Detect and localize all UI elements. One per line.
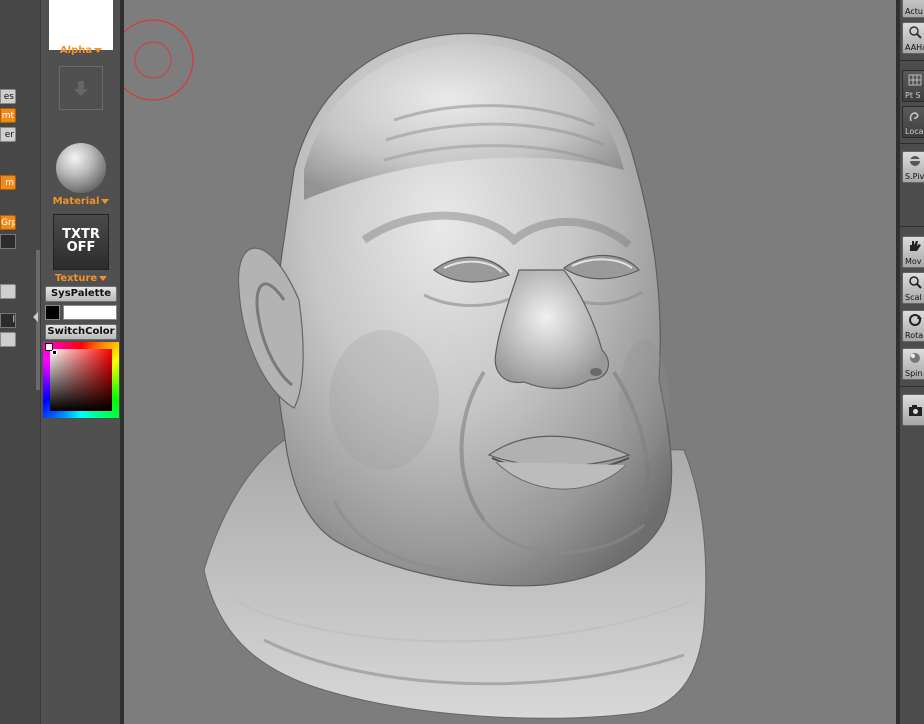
spin-label: Spin bbox=[905, 369, 923, 378]
document-canvas[interactable] bbox=[124, 0, 896, 724]
shelf-separator bbox=[900, 143, 924, 144]
rotate-icon bbox=[909, 314, 922, 326]
actual-label: Actu bbox=[905, 7, 923, 16]
spivot-label: S.Piv bbox=[905, 172, 924, 181]
shelf-separator bbox=[900, 386, 924, 387]
color-saturation-square[interactable] bbox=[50, 349, 112, 411]
left-field-2[interactable]: l bbox=[0, 313, 16, 328]
magnifier-icon bbox=[909, 276, 922, 289]
scale-label: Scal bbox=[905, 293, 922, 302]
local-button[interactable]: Loca bbox=[902, 106, 924, 138]
polyframe-label: Pt S bbox=[905, 91, 921, 100]
left-tab-1[interactable]: es bbox=[0, 89, 16, 104]
shelf-separator bbox=[900, 226, 924, 227]
left-tab-2[interactable]: mt bbox=[0, 108, 16, 123]
aahalf-label: AAHa bbox=[905, 43, 924, 52]
left-tab-4[interactable]: m bbox=[0, 175, 16, 190]
left-tab-7[interactable] bbox=[0, 332, 16, 347]
left-tab-3[interactable]: er bbox=[0, 127, 16, 142]
scale-button[interactable]: Scal bbox=[902, 272, 924, 304]
pivot-icon bbox=[909, 156, 921, 166]
rotate-label: Rota bbox=[905, 331, 924, 340]
local-icon bbox=[909, 112, 919, 122]
local-label: Loca bbox=[905, 127, 924, 136]
camera-icon bbox=[909, 405, 922, 416]
stroke-arrowhead-icon bbox=[74, 89, 88, 96]
polyframe-button[interactable]: Pt S bbox=[902, 70, 924, 102]
switchcolor-button[interactable]: SwitchColor bbox=[45, 324, 117, 340]
hand-icon bbox=[910, 241, 921, 251]
secondary-color-swatch[interactable] bbox=[63, 305, 117, 320]
move-label: Mov bbox=[905, 257, 922, 266]
aahalf-button[interactable]: AAHa bbox=[902, 22, 924, 54]
spin-button[interactable]: Spin bbox=[902, 348, 924, 380]
texture-off-text: TXTR OFF bbox=[62, 227, 100, 255]
left-tab-6[interactable] bbox=[0, 284, 16, 299]
alpha-label: Alpha bbox=[59, 45, 93, 56]
alpha-menu[interactable]: Alpha bbox=[41, 45, 121, 56]
move-button[interactable]: Mov bbox=[902, 236, 924, 268]
material-label: Material bbox=[52, 196, 100, 207]
tool-shelf: Alpha Material TXTR OFF Texture SysPalet… bbox=[40, 0, 121, 724]
spin-icon bbox=[910, 353, 920, 363]
color-marker[interactable] bbox=[52, 350, 57, 355]
alpha-thumbnail[interactable] bbox=[49, 0, 113, 50]
stroke-arrow-icon bbox=[78, 81, 84, 89]
dropdown-arrow-icon bbox=[94, 47, 103, 53]
dropdown-arrow-icon bbox=[99, 275, 108, 281]
collapse-arrow-icon[interactable] bbox=[33, 312, 38, 322]
material-menu[interactable]: Material bbox=[41, 196, 121, 207]
texture-menu[interactable]: Texture bbox=[41, 273, 121, 284]
syspalette-button[interactable]: SysPalette bbox=[45, 286, 117, 302]
left-panel: es mt er m Grp l bbox=[0, 0, 40, 724]
actual-button[interactable]: Actu bbox=[902, 0, 924, 18]
right-shelf: Actu AAHa Pt S Loca S.Piv Mov Scal Rota … bbox=[900, 0, 924, 724]
sculpt-head-model bbox=[124, 19, 707, 719]
camera-button[interactable] bbox=[902, 394, 924, 426]
left-field-1[interactable] bbox=[0, 234, 16, 249]
color-picker[interactable] bbox=[43, 342, 119, 418]
material-sphere-icon[interactable] bbox=[56, 143, 106, 193]
texture-label: Texture bbox=[54, 273, 98, 284]
left-tab-5[interactable]: Grp bbox=[0, 215, 16, 230]
dropdown-arrow-icon bbox=[101, 198, 110, 204]
rotate-button[interactable]: Rota bbox=[902, 310, 924, 342]
grid-icon bbox=[908, 74, 922, 86]
stroke-slot[interactable] bbox=[59, 66, 103, 110]
spivot-button[interactable]: S.Piv bbox=[902, 151, 924, 183]
shelf-separator bbox=[900, 60, 924, 61]
texture-thumbnail[interactable]: TXTR OFF bbox=[53, 214, 109, 270]
main-color-swatch[interactable] bbox=[45, 305, 60, 320]
magnifier-icon bbox=[909, 26, 922, 39]
